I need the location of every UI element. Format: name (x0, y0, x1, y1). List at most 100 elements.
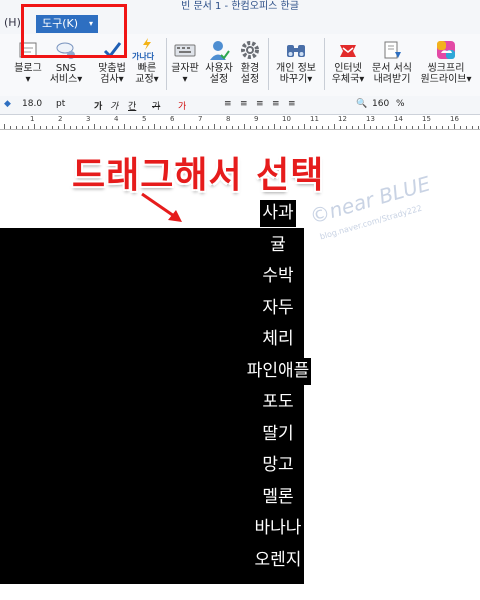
quick-correct-icon: 가나다 (132, 34, 162, 63)
ruler-tick (298, 126, 299, 129)
internet-post-button[interactable]: 인터넷 우체국▾ (328, 34, 368, 94)
zoom-unit: % (396, 99, 405, 109)
env-settings-sub-label: 설정 (240, 74, 260, 85)
spell-check-button[interactable]: 맞춤법 검사▾ (92, 34, 132, 94)
fruit-line[interactable]: 바나나 (255, 517, 302, 539)
blog-label: 블로그 (14, 63, 42, 74)
ruler-number: 6 (170, 115, 175, 123)
ruler-number: 14 (394, 115, 403, 123)
menu-help[interactable]: (H) (4, 16, 21, 29)
ruler-tick (286, 126, 287, 129)
align-left-icon[interactable]: ≡ (224, 99, 232, 109)
ruler-number: 13 (366, 115, 375, 123)
privacy-replace-label: 개인 정보 (276, 63, 316, 74)
ruler-tick (256, 126, 257, 129)
ruler-tick (382, 126, 383, 129)
ruler-tick (388, 126, 389, 129)
doc-template-download-button[interactable]: 문서 서식 내려받기 (368, 34, 416, 94)
blog-button[interactable]: 블로그 ▾ (8, 34, 48, 94)
bold-button[interactable]: 가 (94, 99, 102, 112)
ruler-tick (184, 124, 185, 129)
ruler-number: 4 (114, 115, 119, 123)
ruler-tick (466, 126, 467, 129)
fruit-line[interactable]: 파인애플 (247, 360, 310, 382)
ruler-tick (52, 126, 53, 129)
ruler-tick (292, 126, 293, 129)
gear-icon (241, 41, 259, 59)
user-settings-label: 사용자 (205, 63, 233, 74)
menu-tools[interactable]: 도구(K) ▾ (36, 15, 98, 33)
ruler-tick (328, 126, 329, 129)
mail-icon (340, 45, 356, 57)
fruit-line[interactable]: 망고 (262, 454, 293, 476)
ruler-number: 16 (450, 115, 459, 123)
sns-sub-label: 서비스▾ (49, 74, 83, 85)
ruler-tick (202, 126, 203, 129)
zoom-value[interactable]: 160 (372, 99, 389, 109)
ruler-tick (172, 126, 173, 129)
ruler-tick (358, 126, 359, 129)
ruler-tick (118, 126, 119, 129)
ruler-tick (94, 124, 95, 129)
horizontal-ruler[interactable]: 1 2 3 4 5 6 7 8 9 10 11 12 13 14 15 16 (0, 115, 480, 130)
ruler-tick (370, 126, 371, 129)
ruler-tick (112, 126, 113, 129)
ruler-tick (226, 126, 227, 129)
quick-correct-button[interactable]: 가나다 빠른 교정▾ (132, 34, 162, 94)
env-settings-button[interactable]: 환경 설정 (236, 34, 264, 94)
document-download-icon (384, 41, 401, 59)
thinkfree-onedrive-button[interactable]: 씽크프리 원드라이브▾ (418, 34, 474, 94)
ruler-number: 1 (30, 115, 35, 123)
font-unit-select[interactable]: pt (56, 99, 65, 109)
fruit-line[interactable]: 사과 (262, 202, 293, 224)
binoculars-icon (287, 45, 305, 57)
ruler-tick (124, 124, 125, 129)
ruler-tick (208, 126, 209, 129)
align-justify-icon[interactable]: ≡ (272, 99, 280, 109)
align-right-icon[interactable]: ≡ (256, 99, 264, 109)
ruler-tick (130, 126, 131, 129)
ruler-tick (142, 126, 143, 129)
drag-select-annotation: 드래그해서 선택 (72, 155, 325, 196)
sns-button[interactable]: SNS 서비스▾ (48, 34, 84, 94)
underline-button[interactable]: 간 (128, 99, 136, 112)
fruit-line[interactable]: 딸기 (262, 423, 293, 445)
fruit-line[interactable]: 멜론 (262, 486, 293, 508)
align-distribute-icon[interactable]: ≡ (288, 99, 296, 109)
ribbon-separator (166, 38, 167, 90)
user-settings-button[interactable]: 사용자 설정 (202, 34, 236, 94)
ruler-tick (262, 126, 263, 129)
ruler-tick (436, 126, 437, 129)
ruler-tick (106, 126, 107, 129)
quick-correct-sub-label: 교정▾ (135, 74, 159, 85)
doc-template-label: 문서 서식 (372, 63, 412, 74)
ruler-tick (364, 124, 365, 129)
ruler-number: 11 (310, 115, 319, 123)
fruit-line[interactable]: 수박 (262, 265, 293, 287)
ruler-tick (10, 126, 11, 129)
ruler-tick (346, 126, 347, 129)
ruler-tick (232, 126, 233, 129)
fruit-line[interactable]: 체리 (262, 328, 293, 350)
fruit-line[interactable]: 귤 (270, 234, 286, 256)
char-map-button[interactable]: 글자판 ▾ (168, 34, 202, 94)
ruler-number: 9 (254, 115, 259, 123)
fruit-line[interactable]: 오렌지 (255, 549, 302, 571)
fruit-line[interactable]: 포도 (262, 391, 293, 413)
ruler-tick (214, 124, 215, 129)
fruit-line[interactable]: 자두 (262, 297, 293, 319)
ruler-tick (418, 126, 419, 129)
privacy-replace-button[interactable]: 개인 정보 바꾸기▾ (272, 34, 320, 94)
font-size-field[interactable]: 18.0 (22, 99, 42, 109)
align-center-icon[interactable]: ≡ (240, 99, 248, 109)
thinkfree-icon (437, 41, 455, 59)
ruler-tick (178, 126, 179, 129)
italic-button[interactable]: 가 (110, 99, 118, 112)
ruler-tick (316, 126, 317, 129)
ruler-tick (190, 126, 191, 129)
strikethrough-button[interactable]: 가 (152, 99, 160, 112)
ruler-tick (268, 126, 269, 129)
font-color-button[interactable]: 가 (178, 99, 186, 112)
ruler-tick (34, 124, 35, 129)
red-arrow-icon (141, 192, 182, 222)
